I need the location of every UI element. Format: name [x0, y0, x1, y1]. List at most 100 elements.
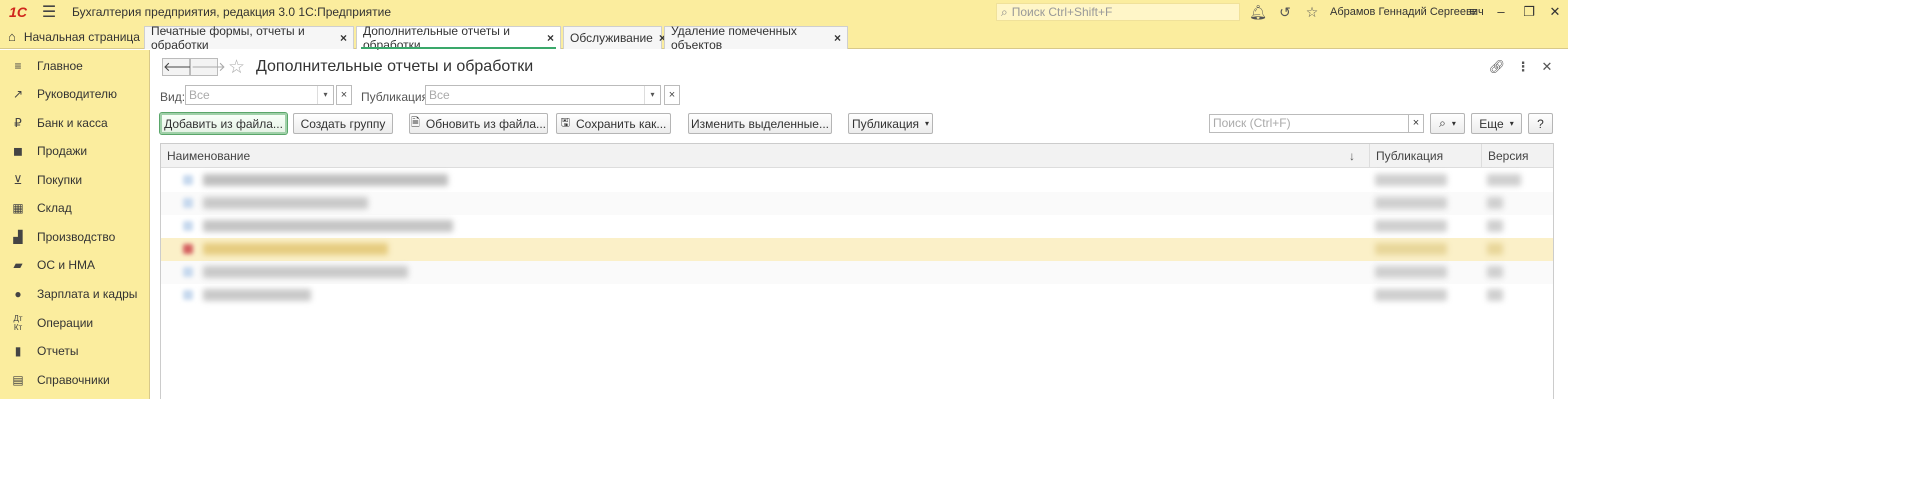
column-header-publication[interactable]: Публикация — [1369, 144, 1481, 168]
sidebar-item-main[interactable]: ≡ Главное — [0, 52, 150, 80]
ruble-icon: ₽ — [14, 116, 22, 130]
search-icon: ⌕ — [1001, 4, 1008, 19]
sidebar-item-reports[interactable]: ▮ Отчеты — [0, 337, 150, 365]
search-clear-icon[interactable]: × — [1408, 114, 1424, 133]
kind-clear-icon[interactable]: × — [336, 85, 352, 105]
forward-button[interactable]: 🡒 — [190, 58, 226, 76]
column-header-version[interactable]: Версия — [1481, 144, 1553, 168]
publication-clear-icon[interactable]: × — [664, 85, 680, 105]
tab-home[interactable]: ⌂ Начальная страница — [0, 24, 144, 49]
sort-down-arrow-icon[interactable]: ↓ — [1349, 144, 1355, 168]
help-button[interactable]: ? — [1528, 113, 1553, 134]
global-search-input[interactable]: ⌕ Поиск Ctrl+Shift+F — [996, 3, 1240, 21]
factory-icon: ▟ — [13, 230, 23, 244]
favorites-star-icon[interactable]: ☆ — [1302, 3, 1322, 21]
sidebar-item-label: Операции — [37, 316, 94, 330]
restore-icon[interactable]: ❐ — [1518, 3, 1540, 21]
save-as-button[interactable]: 🖫 Сохранить как... — [556, 113, 671, 134]
table-row-selected[interactable] — [161, 238, 1553, 261]
sidebar-item-manager[interactable]: ↗ Руководителю — [0, 80, 150, 108]
sidebar-item-bank[interactable]: ₽ Банк и касса — [0, 109, 150, 137]
column-header-name[interactable]: Наименование — [161, 144, 1369, 168]
row-publication-redacted — [1375, 197, 1447, 209]
save-as-label: Сохранить как... — [575, 116, 667, 131]
history-icon[interactable]: ↺ — [1275, 3, 1295, 21]
tab-label: Дополнительные отчеты и обработки — [363, 24, 510, 52]
chevron-down-icon[interactable]: ▾ — [317, 86, 333, 104]
sidebar-item-sales[interactable]: ◼ Продажи — [0, 137, 150, 165]
link-icon[interactable]: 🔗︎ — [1488, 58, 1506, 76]
more-button[interactable]: Еще ▾ — [1471, 113, 1522, 134]
person-icon: ● — [14, 287, 22, 301]
row-icon — [183, 198, 193, 208]
sidebar-item-salary[interactable]: ● Зарплата и кадры — [0, 280, 150, 308]
sidebar: ≡ Главное ↗ Руководителю ₽ Банк и касса … — [0, 50, 150, 399]
table-row[interactable] — [161, 284, 1553, 307]
sidebar-item-label: Продажи — [37, 144, 88, 158]
row-icon — [183, 175, 193, 185]
create-group-button[interactable]: Создать группу — [293, 113, 393, 134]
sidebar-item-production[interactable]: ▟ Производство — [0, 223, 150, 251]
row-version-redacted — [1487, 174, 1521, 186]
page-title: Дополнительные отчеты и обработки — [256, 58, 534, 75]
row-version-redacted — [1487, 197, 1503, 209]
sidebar-item-operations[interactable]: Дт Кт Операции — [0, 309, 150, 337]
kind-select[interactable]: Все ▾ — [185, 85, 334, 105]
favorite-star-icon[interactable]: ☆ — [228, 56, 245, 79]
close-icon[interactable]: × — [547, 31, 554, 45]
sidebar-item-purchases[interactable]: ⊻ Покупки — [0, 166, 150, 194]
user-name[interactable]: Абрамов Геннадий Сергеевич — [1330, 6, 1484, 18]
table-row[interactable] — [161, 169, 1553, 192]
sidebar-item-references[interactable]: ▤ Справочники — [0, 366, 150, 394]
main-menu-icon[interactable]: ☰ — [36, 0, 62, 24]
tab-additional-reports[interactable]: Дополнительные отчеты и обработки × — [356, 24, 561, 52]
trend-icon: ↗ — [12, 87, 24, 101]
sidebar-item-fixed-assets[interactable]: ▰ ОС и НМА — [0, 251, 150, 279]
close-icon[interactable]: × — [834, 31, 841, 45]
row-publication-redacted — [1375, 266, 1447, 278]
table-header: Наименование ↓ Публикация Версия — [161, 144, 1553, 168]
app-title: Бухгалтерия предприятия, редакция 3.0 1С… — [72, 5, 392, 19]
dt-kt-icon: Дт Кт — [13, 314, 23, 332]
row-icon — [183, 244, 193, 254]
row-name-redacted — [203, 174, 448, 186]
row-name-redacted — [203, 220, 453, 232]
settings-menu-icon[interactable]: ≡ — [1462, 3, 1484, 21]
table-row[interactable] — [161, 192, 1553, 215]
tab-delete-marked[interactable]: Удаление помеченных объектов × — [664, 24, 848, 52]
reports-table: Наименование ↓ Публикация Версия — [160, 143, 1554, 399]
search-button[interactable]: ⌕ ▾ — [1430, 113, 1465, 134]
chevron-down-icon[interactable]: ▾ — [644, 86, 660, 104]
cart-icon: ⊻ — [13, 173, 23, 187]
search-input[interactable]: Поиск (Ctrl+F) — [1209, 114, 1410, 133]
row-publication-redacted — [1375, 243, 1447, 255]
row-version-redacted — [1487, 220, 1503, 232]
tabs-bar: ⌂ Начальная страница Печатные формы, отч… — [0, 24, 1568, 52]
table-row[interactable] — [161, 215, 1553, 238]
row-publication-redacted — [1375, 174, 1447, 186]
publication-select[interactable]: Все ▾ — [425, 85, 661, 105]
tab-maintenance[interactable]: Обслуживание × — [563, 26, 666, 49]
update-from-file-button[interactable]: 🗎 Обновить из файла... — [409, 113, 548, 134]
close-window-icon[interactable]: ✕ — [1544, 3, 1566, 21]
minimize-icon[interactable]: – — [1490, 3, 1512, 21]
search-icon: ⌕ — [1439, 116, 1446, 130]
more-vertical-icon[interactable]: ⋮ — [1514, 58, 1532, 76]
change-selected-button[interactable]: Изменить выделенные... — [688, 113, 832, 134]
publication-menu-button[interactable]: Публикация ▾ — [848, 113, 933, 134]
bell-icon[interactable]: 🔔︎ — [1248, 3, 1268, 21]
tab-home-label: Начальная страница — [23, 29, 140, 44]
close-icon[interactable]: × — [340, 31, 347, 45]
add-from-file-button[interactable]: Добавить из файла... — [159, 112, 288, 135]
table-row[interactable] — [161, 261, 1553, 284]
sidebar-item-warehouse[interactable]: ▦ Склад — [0, 194, 150, 222]
row-publication-redacted — [1375, 289, 1447, 301]
close-form-icon[interactable]: ✕ — [1538, 58, 1556, 76]
sidebar-item-label: Покупки — [37, 173, 83, 187]
app-logo[interactable]: 1С — [0, 0, 36, 24]
back-button[interactable]: 🡐 — [162, 58, 198, 76]
title-bar: 1С ☰ Бухгалтерия предприятия, редакция 3… — [0, 0, 1568, 24]
row-version-redacted — [1487, 266, 1503, 278]
tab-print-forms[interactable]: Печатные формы, отчеты и обработки × — [144, 24, 354, 52]
update-file-icon: 🗎 — [411, 117, 420, 129]
